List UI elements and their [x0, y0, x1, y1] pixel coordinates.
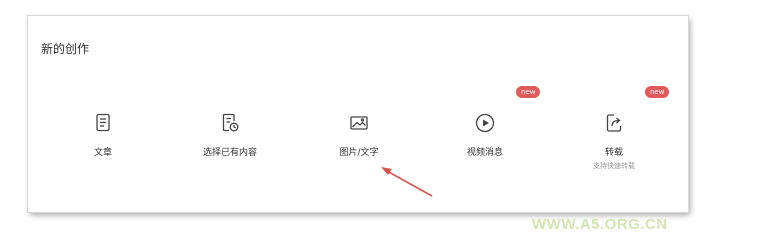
select-existing-content-button[interactable]: 选择已有内容 — [175, 112, 285, 182]
video-message-button[interactable]: 视频消息 — [430, 112, 540, 182]
new-creation-panel: 新的创作 文章 选择已有内容 图片/文字 视频消息 new 转载 支持快速转载 … — [28, 16, 688, 212]
image-text-button[interactable]: 图片/文字 — [304, 112, 414, 182]
repost-new-badge: new — [645, 86, 670, 98]
document-icon — [92, 112, 114, 134]
image-text-label: 图片/文字 — [339, 148, 379, 158]
select-existing-content-label: 选择已有内容 — [202, 148, 257, 158]
video-message-label: 视频消息 — [466, 148, 503, 158]
panel-title: 新的创作 — [41, 42, 90, 56]
share-icon — [603, 112, 625, 134]
repost-sublabel: 支持快速转载 — [593, 162, 635, 170]
create-article-button[interactable]: 文章 — [48, 112, 158, 182]
watermark-text: WWW.A5.ORG.CN — [532, 216, 668, 233]
repost-label: 转载 — [604, 148, 623, 158]
screenshot-stage: 新的创作 文章 选择已有内容 图片/文字 视频消息 new 转载 支持快速转载 … — [0, 0, 770, 233]
repost-button[interactable]: 转载 支持快速转载 — [559, 112, 669, 182]
play-circle-icon — [474, 112, 496, 134]
video-message-new-badge: new — [516, 86, 541, 98]
image-icon — [348, 112, 370, 134]
create-article-label: 文章 — [93, 148, 112, 158]
document-clock-icon — [219, 112, 241, 134]
